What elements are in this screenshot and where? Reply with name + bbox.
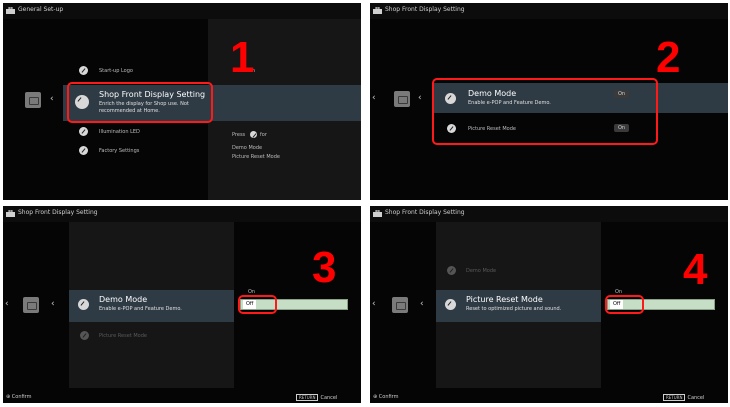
enter-button-icon [250, 131, 257, 138]
wrench-icon [79, 146, 88, 155]
menu-item-description: Enable e-POP and Feature Demo. [99, 306, 182, 312]
footer-confirm[interactable]: ⊕ Confirm [373, 394, 399, 400]
menu-item-demo-mode[interactable]: Demo Mode [99, 295, 147, 304]
toolbox-icon [6, 7, 15, 14]
step-number: 2 [656, 33, 681, 82]
footer-confirm[interactable]: ⊕ Confirm [6, 394, 32, 400]
wrench-icon [78, 299, 89, 310]
panel-shop-front-display-setting: Shop Front Display Setting ‹ ‹ Demo Mode… [370, 3, 728, 200]
cancel-label: Cancel [687, 395, 705, 401]
toolbox-icon [373, 210, 382, 217]
chevron-left-icon[interactable]: ‹ [372, 299, 376, 309]
footer-return[interactable]: RETURN Cancel [663, 394, 704, 401]
wrench-icon [447, 266, 456, 275]
confirm-label: Confirm [11, 394, 32, 400]
confirm-button-icon: ⊕ [6, 394, 11, 400]
wrench-icon [79, 66, 88, 75]
footer-return[interactable]: RETURN Cancel [296, 394, 337, 401]
confirm-button-icon: ⊕ [373, 394, 378, 400]
return-key: RETURN [296, 394, 319, 401]
folder-icon [25, 92, 41, 108]
folder-icon [392, 297, 408, 313]
panel-picture-reset-options: Shop Front Display Setting ‹ ‹ Demo Mode… [370, 206, 728, 403]
panel-general-setup: General Set-up ‹ Start-up Logo On Shop F… [3, 3, 361, 200]
panel-title: Shop Front Display Setting [18, 209, 98, 216]
chevron-left-icon[interactable]: ‹ [5, 299, 9, 309]
hint-demo-mode: Demo Mode [232, 145, 263, 151]
panel-title: Shop Front Display Setting [385, 209, 465, 216]
highlight-box [67, 82, 213, 123]
highlight-box [238, 295, 277, 314]
top-bar: General Set-up [3, 3, 361, 19]
hint-picture-reset-mode: Picture Reset Mode [232, 154, 280, 160]
wrench-icon [79, 127, 88, 136]
top-bar: Shop Front Display Setting [370, 206, 728, 222]
menu-item-picture-reset-mode[interactable]: Picture Reset Mode [466, 295, 543, 304]
panel-demo-mode-options: Shop Front Display Setting ‹ ‹ Demo Mode… [3, 206, 361, 403]
hint-for: for [260, 132, 267, 138]
hint-press: Press [232, 132, 246, 138]
chevron-left-icon[interactable]: ‹ [372, 93, 376, 103]
step-number: 4 [683, 245, 708, 294]
menu-item-picture-reset-mode[interactable]: Picture Reset Mode [99, 333, 147, 339]
menu-item-label[interactable]: Illumination LED [99, 129, 140, 135]
chevron-left-icon[interactable]: ‹ [420, 299, 424, 309]
chevron-left-icon[interactable]: ‹ [50, 94, 54, 104]
folder-icon [394, 91, 410, 107]
cancel-label: Cancel [320, 395, 338, 401]
highlight-box [605, 295, 644, 314]
panel-title: General Set-up [18, 6, 64, 13]
toolbox-icon [373, 7, 382, 14]
step-number: 1 [230, 33, 255, 82]
chevron-left-icon[interactable]: ‹ [418, 93, 422, 103]
toolbox-icon [6, 210, 15, 217]
wrench-icon [80, 331, 89, 340]
wrench-icon [445, 299, 456, 310]
top-bar: Shop Front Display Setting [3, 206, 361, 222]
return-key: RETURN [663, 394, 686, 401]
panel-title: Shop Front Display Setting [385, 6, 465, 13]
highlight-box [432, 78, 658, 145]
menu-item-label[interactable]: Factory Settings [99, 148, 139, 154]
menu-item-description: Reset to optimized picture and sound. [466, 306, 562, 312]
top-bar: Shop Front Display Setting [370, 3, 728, 19]
folder-icon [23, 297, 39, 313]
chevron-left-icon[interactable]: ‹ [51, 299, 55, 309]
menu-item-demo-mode[interactable]: Demo Mode [466, 268, 496, 274]
step-number: 3 [312, 243, 337, 292]
confirm-label: Confirm [378, 394, 399, 400]
menu-item-label[interactable]: Start-up Logo [99, 68, 133, 74]
